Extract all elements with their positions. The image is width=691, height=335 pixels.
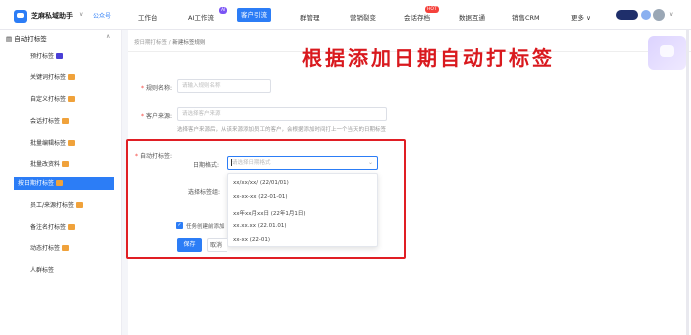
include-existing-checkbox[interactable]: ✓	[176, 222, 183, 229]
customer-source-label: * 客户来源:	[141, 113, 173, 120]
date-format-select[interactable]: 请选择日期格式 ⌄	[227, 156, 378, 170]
sidebar: ▤ 自动打标签 ∧ 预打标签 关键词打标签 自定义打标签 会话打标签 批量编辑标…	[0, 30, 122, 335]
chevron-down-icon[interactable]: ∨	[79, 11, 83, 18]
nav-item-data-sync[interactable]: 数据互通	[459, 12, 485, 22]
breadcrumb-current: 新建标签规则	[172, 40, 206, 46]
brand-chip[interactable]	[616, 10, 638, 20]
hot-badge: HOT	[425, 6, 439, 13]
gem-icon	[56, 53, 64, 59]
nav-item-more[interactable]: 更多 ∨	[571, 12, 591, 22]
include-existing-label: 任务创建前添加	[186, 224, 225, 230]
date-format-option[interactable]: xx年xx月xx日 (22年1月1日)	[233, 209, 306, 217]
status-chip[interactable]	[641, 10, 651, 20]
customer-source-hint: 选择客户来源后，从该来源添加员工的客户，会根据添加时间打上一个当天的日期标签	[177, 127, 387, 133]
overlay-title: 根据添加日期自动打标签	[302, 46, 555, 70]
gem-icon	[56, 180, 64, 186]
nav-item-sales-crm[interactable]: 销售CRM	[512, 12, 540, 22]
app-tag[interactable]: 公众号	[93, 11, 111, 20]
rule-name-input[interactable]: 请输入规则名称	[177, 79, 271, 93]
nav-item-ai-workflow[interactable]: AI工作流	[188, 12, 214, 22]
sidebar-item-pre-tag[interactable]: 预打标签	[14, 50, 114, 63]
auto-tag-label: * 自动打标签:	[135, 153, 173, 160]
nav-item-customer-acquisition[interactable]: 客户引流	[237, 8, 271, 22]
date-format-option[interactable]: xx/xx/xx/ (22/01/01)	[233, 180, 289, 186]
customer-source-select[interactable]: 请选择客户来源	[177, 107, 387, 121]
date-format-option[interactable]: xx-xx (22-01)	[233, 237, 270, 243]
breadcrumb-parent[interactable]: 按日期打标签	[134, 40, 167, 46]
page-scrollbar[interactable]	[686, 30, 689, 335]
avatar[interactable]	[653, 9, 665, 21]
gem-icon	[62, 118, 70, 124]
sidebar-item-keyword-tag[interactable]: 关键词打标签	[14, 71, 114, 84]
nav-item-workbench[interactable]: 工作台	[138, 12, 158, 22]
gem-icon	[68, 74, 76, 80]
nav-item-chat-archive[interactable]: 会话存档	[404, 12, 430, 22]
app-name[interactable]: 芝麻私域助手	[31, 11, 73, 21]
sidebar-item-batch-edit-profile[interactable]: 批量改资料	[14, 158, 114, 171]
gem-icon	[62, 161, 70, 167]
sidebar-item-dynamic-tag[interactable]: 动态打标签	[14, 242, 114, 255]
breadcrumb: 按日期打标签 / 新建标签规则	[134, 38, 205, 46]
nav-item-group-management[interactable]: 群管理	[300, 12, 320, 22]
breadcrumb-separator: /	[168, 40, 171, 46]
text-cursor	[231, 159, 232, 166]
date-format-option[interactable]: xx.xx.xx (22.01.01)	[233, 223, 287, 229]
cancel-button[interactable]: 取消	[207, 238, 227, 252]
chevron-up-icon[interactable]: ∧	[106, 33, 110, 40]
rule-name-label: * 规则名称:	[141, 85, 173, 92]
sidebar-item-batch-edit-tag[interactable]: 批量编辑标签	[14, 137, 114, 150]
top-navigation-bar: 芝麻私域助手 ∨ 公众号 工作台 AI工作流 AI 客户引流 群管理 营销裂变 …	[0, 0, 691, 30]
nav-item-marketing-fission[interactable]: 营销裂变	[350, 12, 376, 22]
date-format-option[interactable]: xx-xx-xx (22-01-01)	[233, 194, 288, 200]
tag-group-label: 选择标签组:	[188, 189, 221, 196]
date-format-dropdown: xx/xx/xx/ (22/01/01) xx-xx-xx (22-01-01)…	[227, 173, 378, 247]
sidebar-item-audience-tag[interactable]: 人群标签	[14, 264, 114, 277]
save-button[interactable]: 保存	[177, 238, 202, 252]
gem-icon	[68, 224, 76, 230]
sidebar-item-date-tag[interactable]: 按日期打标签	[14, 177, 114, 190]
date-format-label: 日期格式:	[193, 162, 220, 169]
ai-badge: AI	[219, 7, 228, 14]
gem-icon	[68, 140, 76, 146]
gem-icon	[62, 245, 70, 251]
sidebar-item-remark-tag[interactable]: 备注名打标签	[14, 221, 114, 234]
date-format-placeholder: 请选择日期格式	[232, 160, 271, 166]
gem-icon	[68, 96, 76, 102]
chevron-down-icon[interactable]: ∨	[669, 11, 673, 18]
floating-assistant-widget[interactable]	[648, 36, 686, 70]
app-logo-icon	[14, 10, 27, 23]
chevron-down-icon: ⌄	[367, 159, 373, 166]
sidebar-item-custom-tag[interactable]: 自定义打标签	[14, 93, 114, 106]
sidebar-group-auto-tag[interactable]: ▤ 自动打标签	[6, 33, 47, 43]
gem-icon	[76, 202, 84, 208]
sidebar-item-chat-tag[interactable]: 会话打标签	[14, 115, 114, 128]
sidebar-item-staff-source-tag[interactable]: 员工/来源打标签	[14, 199, 114, 212]
